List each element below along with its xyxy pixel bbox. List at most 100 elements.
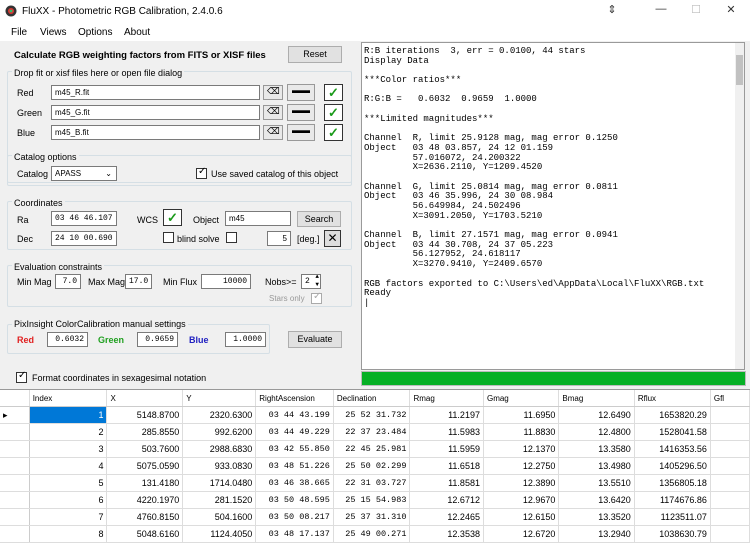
table-cell[interactable]: 12.6720 <box>483 525 560 543</box>
table-cell[interactable] <box>710 474 750 492</box>
table-cell[interactable]: 13.2940 <box>558 525 635 543</box>
table-cell[interactable]: 503.7600 <box>106 440 184 458</box>
table-cell[interactable]: 03 50 48.595 <box>255 491 334 509</box>
table-row[interactable]: 4 5075.0590 933.0830 03 48 51.226 25 50 02.2… <box>0 457 750 475</box>
table-cell[interactable]: 12.2465 <box>409 508 484 526</box>
table-cell[interactable]: 25 49 00.271 <box>333 525 411 543</box>
pi-blue-field[interactable]: 1.0000 <box>225 332 266 347</box>
evaluate-button[interactable]: Evaluate <box>288 331 342 348</box>
open-red-button[interactable]: ▬▬ <box>287 84 315 101</box>
table-cell[interactable]: 281.1520 <box>182 491 257 509</box>
table-cell[interactable] <box>710 508 750 526</box>
catalog-select[interactable]: APASS ⌄ <box>51 166 117 181</box>
minimize-icon[interactable]: — <box>646 3 676 19</box>
column-header[interactable]: RightAscension <box>255 390 334 407</box>
table-cell[interactable]: 22 37 23.484 <box>333 423 411 441</box>
table-cell[interactable]: 7 <box>29 508 108 526</box>
table-cell[interactable]: 12.6150 <box>483 508 560 526</box>
table-cell[interactable]: 13.4980 <box>558 457 635 475</box>
table-cell[interactable]: 12.6490 <box>558 406 635 424</box>
table-cell[interactable]: 1528041.58 <box>634 423 711 441</box>
table-row[interactable]: 6 4220.1970 281.1520 03 50 48.595 25 15 54.9… <box>0 491 750 509</box>
menu-file[interactable]: File <box>11 27 27 38</box>
column-header[interactable]: X <box>106 390 184 407</box>
table-cell[interactable]: 1405296.50 <box>634 457 711 475</box>
spin-arrows-icon[interactable]: ▲ ▼ <box>315 275 319 288</box>
green-file-field[interactable]: m45_G.fit <box>51 105 260 120</box>
table-cell[interactable]: 6 <box>29 491 108 509</box>
clear-green-icon[interactable]: ⌫ <box>263 105 283 120</box>
table-cell[interactable]: 03 48 51.226 <box>255 457 334 475</box>
row-header[interactable] <box>0 440 30 458</box>
close-icon[interactable]: ✕ <box>716 3 746 19</box>
console-scroll-thumb[interactable] <box>736 55 743 85</box>
table-cell[interactable]: 12.1370 <box>483 440 560 458</box>
table-cell[interactable]: 25 52 31.732 <box>333 406 411 424</box>
table-cell[interactable]: 1174676.86 <box>634 491 711 509</box>
use-saved-catalog-checkbox[interactable] <box>196 166 207 179</box>
table-cell[interactable]: 1038630.79 <box>634 525 711 543</box>
table-cell[interactable]: 03 44 49.229 <box>255 423 334 441</box>
table-cell[interactable]: 12.2750 <box>483 457 560 475</box>
table-cell[interactable]: 11.5959 <box>409 440 484 458</box>
table-cell[interactable]: 03 46 38.665 <box>255 474 334 492</box>
table-cell[interactable] <box>710 406 750 424</box>
table-cell[interactable]: 1653820.29 <box>634 406 711 424</box>
ra-field[interactable]: 03 46 46.107 <box>51 211 117 226</box>
table-cell[interactable]: 13.6420 <box>558 491 635 509</box>
table-cell[interactable]: 12.9670 <box>483 491 560 509</box>
table-cell[interactable]: 12.3890 <box>483 474 560 492</box>
clear-blue-icon[interactable]: ⌫ <box>263 125 283 140</box>
column-header[interactable]: Declination <box>333 390 411 407</box>
table-cell[interactable]: 8 <box>29 525 108 543</box>
table-cell[interactable] <box>710 440 750 458</box>
object-field[interactable]: m45 <box>225 211 291 226</box>
table-row[interactable]: 2 285.8550 992.6200 03 44 49.229 22 37 23.48… <box>0 423 750 441</box>
menu-about[interactable]: About <box>124 27 150 38</box>
sexagesimal-checkbox[interactable] <box>16 370 27 383</box>
stars-only-checkbox[interactable] <box>311 291 322 304</box>
reset-button[interactable]: Reset <box>288 46 342 63</box>
nobs-spinner[interactable]: 2 ▲ ▼ <box>301 274 321 289</box>
column-header[interactable]: Rflux <box>634 390 711 407</box>
table-cell[interactable]: 22 31 03.727 <box>333 474 411 492</box>
output-console[interactable]: R:B iterations 3, err = 0.0100, 44 stars… <box>361 42 745 370</box>
clear-red-icon[interactable]: ⌫ <box>263 85 283 100</box>
table-cell[interactable]: 03 50 08.217 <box>255 508 334 526</box>
table-cell[interactable]: 11.8581 <box>409 474 484 492</box>
table-cell[interactable]: 4220.1970 <box>106 491 184 509</box>
table-cell[interactable]: 5048.6160 <box>106 525 184 543</box>
table-cell[interactable]: 131.4180 <box>106 474 184 492</box>
menu-options[interactable]: Options <box>78 27 112 38</box>
red-file-field[interactable]: m45_R.fit <box>51 85 260 100</box>
table-cell[interactable]: 5148.8700 <box>106 406 184 424</box>
column-header[interactable]: Y <box>182 390 257 407</box>
row-header[interactable] <box>0 457 30 475</box>
table-cell[interactable] <box>710 423 750 441</box>
menu-views[interactable]: Views <box>40 27 67 38</box>
table-cell[interactable]: 03 44 43.199 <box>255 406 334 424</box>
console-scrollbar[interactable] <box>735 43 744 369</box>
pin-icon[interactable]: ⇕ <box>597 3 627 19</box>
table-cell[interactable]: 12.3538 <box>409 525 484 543</box>
table-cell[interactable]: 992.6200 <box>182 423 257 441</box>
row-header[interactable] <box>0 491 30 509</box>
search-button[interactable]: Search <box>297 211 341 227</box>
pi-green-field[interactable]: 0.9659 <box>137 332 178 347</box>
table-cell[interactable]: 13.3520 <box>558 508 635 526</box>
table-cell[interactable]: 11.5983 <box>409 423 484 441</box>
row-header[interactable]: ▸ <box>0 406 30 424</box>
table-cell[interactable]: 1416353.56 <box>634 440 711 458</box>
table-cell[interactable]: 5 <box>29 474 108 492</box>
table-cell[interactable]: 12.4800 <box>558 423 635 441</box>
table-cell[interactable]: 11.2197 <box>409 406 484 424</box>
table-row[interactable]: 8 5048.6160 1124.4050 03 48 17.137 25 49 00.… <box>0 525 750 543</box>
open-green-button[interactable]: ▬▬ <box>287 104 315 121</box>
table-row[interactable]: 5 131.4180 1714.0480 03 46 38.665 22 31 03.7… <box>0 474 750 492</box>
table-cell[interactable]: 2320.6300 <box>182 406 257 424</box>
table-cell[interactable] <box>710 457 750 475</box>
blind-solve-checkbox[interactable] <box>163 232 174 243</box>
column-header[interactable]: Index <box>29 390 108 407</box>
table-cell[interactable]: 1123511.07 <box>634 508 711 526</box>
table-cell[interactable]: 03 48 17.137 <box>255 525 334 543</box>
